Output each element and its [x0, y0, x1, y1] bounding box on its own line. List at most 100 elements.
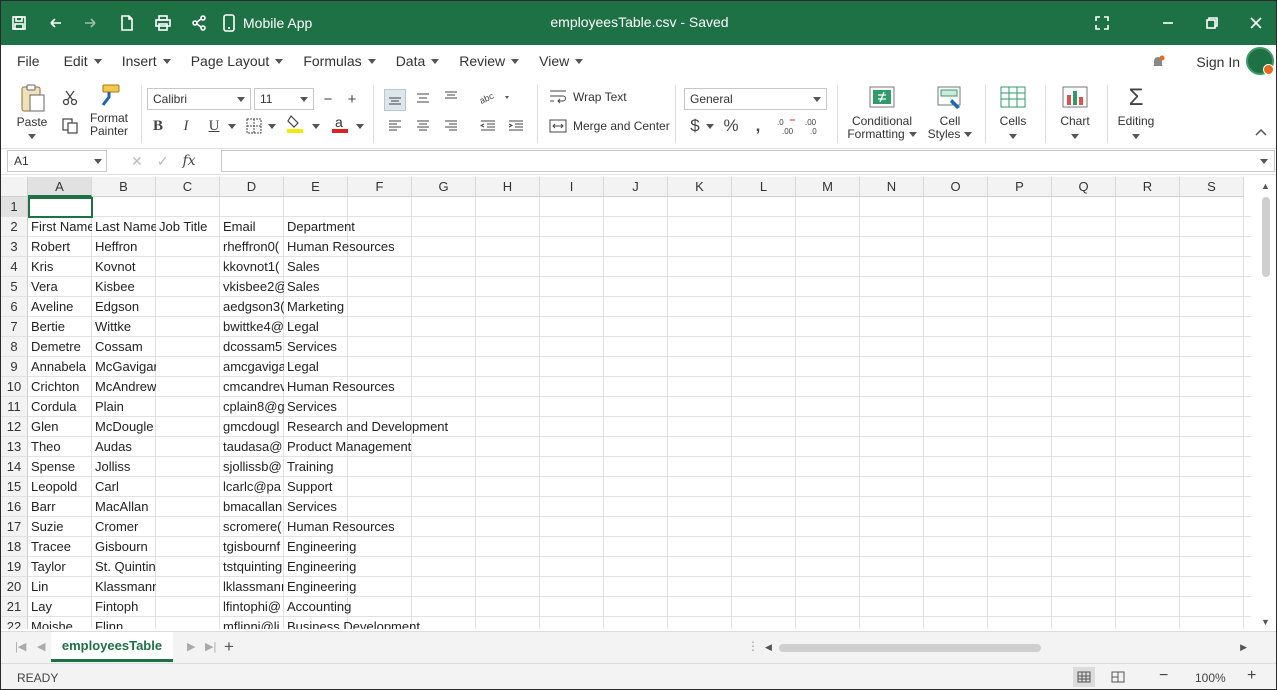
row-header-17[interactable]: 17 — [1, 517, 28, 537]
sheet-tab-employeestable[interactable]: employeesTable — [51, 632, 173, 662]
cell-c2[interactable]: Job Title — [156, 217, 220, 237]
row-header-5[interactable]: 5 — [1, 277, 28, 297]
cell-a18[interactable]: Tracee — [28, 537, 92, 557]
column-header-p[interactable]: P — [988, 177, 1052, 197]
cell-e20[interactable]: Engineering — [284, 577, 356, 597]
select-all-corner[interactable] — [1, 177, 28, 197]
column-header-r[interactable]: R — [1116, 177, 1180, 197]
cell-d22[interactable]: mflinnj@li — [220, 617, 284, 629]
insert-function-icon[interactable]: fx — [182, 153, 195, 170]
align-right-icon[interactable] — [440, 115, 462, 137]
avatar[interactable] — [1246, 47, 1274, 75]
fullscreen-icon[interactable] — [1080, 1, 1124, 45]
cell-d16[interactable]: bmacallan — [220, 497, 284, 517]
decrease-indent-icon[interactable] — [477, 115, 499, 137]
cell-d4[interactable]: kkovnot1( — [220, 257, 284, 277]
decrease-decimal-icon[interactable]: .00.0 — [804, 115, 826, 137]
confirm-formula-icon[interactable]: ✓ — [157, 153, 169, 170]
vertical-scroll-thumb[interactable] — [1262, 197, 1270, 277]
cell-b19[interactable]: St. Quintin — [92, 557, 156, 577]
row-header-13[interactable]: 13 — [1, 437, 28, 457]
cell-b9[interactable]: McGavigan — [92, 357, 156, 377]
row-header-11[interactable]: 11 — [1, 397, 28, 417]
menu-page-layout[interactable]: Page Layout — [181, 45, 294, 77]
cell-b7[interactable]: Wittke — [92, 317, 156, 337]
merge-and-center-button[interactable]: Merge and Center — [549, 118, 670, 134]
name-box[interactable]: A1 — [7, 150, 107, 172]
wrap-text-button[interactable]: Wrap Text — [549, 89, 627, 105]
cell-d5[interactable]: vkisbee2@ — [220, 277, 284, 297]
menu-review[interactable]: Review — [449, 45, 529, 77]
notification-icon[interactable] — [1150, 54, 1166, 73]
menu-file[interactable]: File — [1, 45, 50, 77]
cell-a20[interactable]: Lin — [28, 577, 92, 597]
cell-e5[interactable]: Sales — [284, 277, 348, 297]
cell-e19[interactable]: Engineering — [284, 557, 356, 577]
cell-e13[interactable]: Product Management — [284, 437, 411, 457]
borders-icon[interactable] — [243, 115, 265, 137]
cell-a11[interactable]: Cordula — [28, 397, 92, 417]
cell-d15[interactable]: lcarlc@pa — [220, 477, 284, 497]
sign-in-link[interactable]: Sign In — [1196, 54, 1240, 70]
scroll-down-icon[interactable]: ▼ — [1261, 617, 1270, 627]
italic-icon[interactable]: I — [175, 115, 197, 137]
cell-b21[interactable]: Fintoph — [92, 597, 156, 617]
chart-button[interactable]: Chart — [1053, 85, 1097, 139]
column-header-g[interactable]: G — [412, 177, 476, 197]
cell-d20[interactable]: lklassmanı — [220, 577, 284, 597]
cell-d18[interactable]: tgisbournf — [220, 537, 284, 557]
menu-formulas[interactable]: Formulas — [293, 45, 385, 77]
align-bottom-icon[interactable] — [440, 85, 462, 107]
column-header-j[interactable]: J — [604, 177, 668, 197]
increase-indent-icon[interactable] — [505, 115, 527, 137]
row-header-22[interactable]: 22 — [1, 617, 28, 629]
cell-b2[interactable]: Last Name — [92, 217, 156, 237]
cell-b8[interactable]: Cossam — [92, 337, 156, 357]
scroll-left-icon[interactable]: ◀ — [765, 642, 772, 653]
cell-a17[interactable]: Suzie — [28, 517, 92, 537]
share-icon[interactable] — [181, 1, 217, 45]
row-header-9[interactable]: 9 — [1, 357, 28, 377]
row-header-2[interactable]: 2 — [1, 217, 28, 237]
cell-d8[interactable]: dcossam5 — [220, 337, 284, 357]
align-center-icon[interactable] — [412, 115, 434, 137]
cell-b16[interactable]: MacAllan — [92, 497, 156, 517]
menu-data[interactable]: Data — [386, 45, 450, 77]
column-header-d[interactable]: D — [220, 177, 284, 197]
next-sheet-icon[interactable]: ▶ — [187, 640, 195, 653]
cell-b3[interactable]: Heffron — [92, 237, 156, 257]
increase-font-size-icon[interactable]: + — [341, 88, 363, 110]
cell-b13[interactable]: Audas — [92, 437, 156, 457]
column-header-o[interactable]: O — [924, 177, 988, 197]
cell-a9[interactable]: Annabela — [28, 357, 92, 377]
column-header-f[interactable]: F — [348, 177, 412, 197]
cell-e22[interactable]: Business Development — [284, 617, 420, 629]
font-size-dropdown[interactable]: 11 — [254, 88, 314, 110]
row-header-16[interactable]: 16 — [1, 497, 28, 517]
comma-style-icon[interactable]: , — [747, 115, 769, 137]
active-cell-a1[interactable] — [28, 197, 93, 218]
formula-input[interactable] — [221, 150, 1275, 172]
cell-a3[interactable]: Robert — [28, 237, 92, 257]
cell-d7[interactable]: bwittke4@ — [220, 317, 284, 337]
currency-icon[interactable]: $ — [684, 115, 706, 137]
column-header-n[interactable]: N — [860, 177, 924, 197]
cell-a12[interactable]: Glen — [28, 417, 92, 437]
cell-b18[interactable]: Gisbourn — [92, 537, 156, 557]
cell-e15[interactable]: Support — [284, 477, 348, 497]
menu-view[interactable]: View — [529, 45, 593, 77]
menu-insert[interactable]: Insert — [112, 45, 181, 77]
first-sheet-icon[interactable]: |◀ — [15, 640, 26, 653]
row-header-20[interactable]: 20 — [1, 577, 28, 597]
cell-a4[interactable]: Kris — [28, 257, 92, 277]
horizontal-scroll-thumb[interactable] — [779, 644, 1041, 652]
column-header-m[interactable]: M — [796, 177, 860, 197]
redo-icon[interactable] — [73, 1, 109, 45]
tab-splitter-handle[interactable]: ⋮ — [747, 639, 759, 653]
copy-icon[interactable] — [59, 115, 81, 137]
align-top-icon[interactable] — [384, 89, 406, 111]
cell-e17[interactable]: Human Resources — [284, 517, 395, 537]
mobile-app-button[interactable]: Mobile App — [223, 14, 312, 32]
cell-b4[interactable]: Kovnot — [92, 257, 156, 277]
cell-a13[interactable]: Theo — [28, 437, 92, 457]
